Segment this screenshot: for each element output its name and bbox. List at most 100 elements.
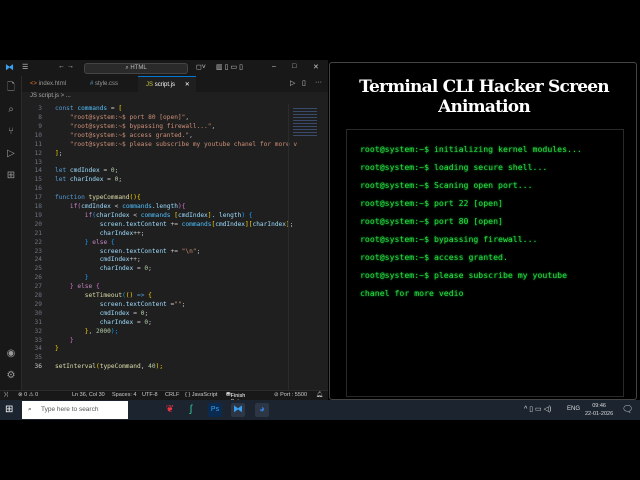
app-icon-paint[interactable]: ❦ bbox=[163, 403, 177, 417]
account-icon[interactable]: ◉ bbox=[5, 348, 17, 360]
line-number: 16 bbox=[34, 185, 42, 193]
vscode-taskbar-icon[interactable]: ⧓ bbox=[231, 403, 245, 417]
explorer-icon[interactable]: 🗋 bbox=[5, 82, 17, 94]
maximize-button[interactable]: □ bbox=[292, 63, 296, 70]
line-number: 27 bbox=[34, 283, 42, 291]
code-token: charIndex bbox=[96, 211, 130, 219]
eol-status[interactable]: CRLF bbox=[165, 392, 179, 398]
code-token: ++; bbox=[129, 256, 141, 264]
code-line: } bbox=[55, 274, 89, 281]
editor-tabs: <> index.html # style.css JS script.js ✕… bbox=[22, 76, 328, 92]
code-token: } bbox=[55, 336, 74, 344]
app-icon-green[interactable]: ʃ bbox=[184, 403, 198, 417]
extensions-icon[interactable]: ⊞ bbox=[5, 170, 17, 182]
code-line: "root@system:~$ please subscribe my yout… bbox=[55, 141, 297, 148]
code-editor[interactable]: 3 const commands = [8 "root@system:~$ por… bbox=[22, 104, 298, 390]
code-token: [ bbox=[118, 105, 123, 112]
windows-start-icon[interactable]: ⊞ bbox=[5, 404, 13, 415]
tab-script-js[interactable]: JS script.js ✕ bbox=[138, 76, 196, 92]
code-token: ; bbox=[144, 309, 149, 317]
clock[interactable]: 09:46 22-01-2026 bbox=[585, 402, 613, 418]
language-indicator[interactable]: ENG bbox=[567, 406, 580, 412]
time: 09:46 bbox=[592, 403, 606, 409]
status-bar: ⟩⟨ ⊗ 0 ⚠ 0 Ln 36, Col 30 Spaces: 4 UTF-8… bbox=[0, 390, 328, 405]
code-token: ; bbox=[196, 247, 201, 255]
code-token: , bbox=[185, 114, 190, 121]
breadcrumb[interactable]: JS script.js > ... bbox=[30, 93, 71, 99]
copilot-icon[interactable]: ◻˅ bbox=[196, 63, 206, 71]
line-number: 10 bbox=[34, 131, 42, 139]
search-icon: ⌕ bbox=[28, 406, 32, 413]
terminal-line: root@system:~$ port 80 [open] bbox=[360, 216, 503, 226]
taskbar-search-input[interactable]: ⌕ Type here to search bbox=[22, 401, 128, 419]
code-token: cmdIndex bbox=[55, 256, 130, 264]
code-token: += bbox=[166, 220, 182, 228]
finish-setup-button[interactable]: ⛃ Finish Setup bbox=[226, 392, 245, 405]
remote-icon[interactable]: ⟩⟨ bbox=[4, 392, 8, 398]
code-token: typeCommand bbox=[99, 363, 141, 371]
command-search-input[interactable]: ⌕ HTML bbox=[84, 63, 188, 74]
indentation-status[interactable]: Spaces: 4 bbox=[112, 392, 136, 398]
code-token: screen bbox=[55, 300, 123, 308]
photoshop-icon[interactable]: Ps bbox=[208, 403, 222, 417]
more-actions-icon[interactable]: ··· bbox=[315, 79, 322, 86]
code-token: = bbox=[133, 265, 145, 273]
code-token: < bbox=[129, 211, 141, 219]
search-text: HTML bbox=[130, 65, 147, 71]
code-token: ); bbox=[110, 327, 119, 335]
search-icon[interactable]: ⌕ bbox=[5, 104, 17, 116]
line-number: 35 bbox=[34, 354, 42, 362]
layout-icons[interactable]: ▥▯▭▯ bbox=[216, 63, 245, 71]
line-number: 17 bbox=[34, 194, 42, 202]
problems-status[interactable]: ⊗ 0 ⚠ 0 bbox=[18, 392, 38, 398]
js-file-icon: JS bbox=[146, 82, 154, 88]
terminal-line: root@system:~$ please subscribe my youtu… bbox=[360, 270, 568, 280]
code-token: else bbox=[77, 283, 96, 291]
settings-gear-icon[interactable]: ⚙ bbox=[5, 370, 17, 382]
tab-label: index.html bbox=[38, 81, 67, 87]
code-token: .textContent bbox=[122, 247, 167, 255]
line-number: 23 bbox=[34, 247, 42, 255]
edge-browser-icon[interactable]: ◕ bbox=[255, 403, 269, 417]
css-file-icon: # bbox=[90, 81, 94, 87]
code-line: } else { bbox=[55, 283, 100, 290]
search-placeholder: Type here to search bbox=[41, 406, 99, 413]
code-token: screen bbox=[55, 220, 123, 228]
line-number: 26 bbox=[34, 274, 42, 282]
close-button[interactable]: ✕ bbox=[313, 63, 319, 71]
code-token: ; bbox=[58, 149, 63, 157]
code-token: = bbox=[99, 167, 111, 175]
menu-icon[interactable]: ☰ bbox=[22, 63, 28, 71]
code-token: setInterval bbox=[55, 363, 96, 371]
language-mode[interactable]: { } JavaScript bbox=[185, 392, 217, 398]
code-token: ; bbox=[114, 167, 119, 175]
line-number: 36 bbox=[34, 363, 42, 371]
close-tab-icon[interactable]: ✕ bbox=[185, 82, 190, 88]
code-token: } bbox=[55, 274, 89, 282]
notification-center-icon[interactable]: 🗨︎ bbox=[622, 404, 633, 415]
code-token: function bbox=[55, 194, 89, 202]
encoding-status[interactable]: UTF-8 bbox=[142, 392, 158, 398]
run-icon[interactable]: ▷ bbox=[290, 79, 295, 87]
code-token: . length bbox=[211, 211, 242, 219]
minimize-button[interactable]: – bbox=[272, 63, 276, 70]
code-token: , bbox=[211, 122, 216, 130]
source-control-icon[interactable]: ⑂ bbox=[5, 126, 17, 138]
code-token: commands bbox=[77, 105, 108, 112]
notifications-bell-icon[interactable]: 🔔︎ bbox=[316, 392, 323, 398]
tab-index-html[interactable]: <> index.html bbox=[22, 76, 82, 92]
code-token: "root@system:~$ access granted." bbox=[55, 131, 190, 139]
live-server-port[interactable]: ⊘ Port : 5500 bbox=[274, 392, 307, 398]
line-number: 25 bbox=[34, 265, 42, 273]
nav-back-forward-icon[interactable]: ← → bbox=[58, 63, 74, 70]
run-debug-icon[interactable]: ▷ bbox=[5, 148, 17, 160]
line-number: 20 bbox=[34, 220, 42, 228]
tab-style-css[interactable]: # style.css bbox=[82, 76, 138, 92]
code-line: cmdIndex++; bbox=[55, 256, 141, 263]
minimap[interactable] bbox=[288, 104, 326, 390]
split-editor-icon[interactable]: ▯ bbox=[302, 79, 306, 87]
cursor-position[interactable]: Ln 36, Col 30 bbox=[72, 392, 105, 398]
line-number: 31 bbox=[34, 318, 42, 326]
line-number: 3 bbox=[38, 105, 42, 112]
tray-icons[interactable]: ^ ▯ ▭ ◁) bbox=[524, 405, 551, 413]
